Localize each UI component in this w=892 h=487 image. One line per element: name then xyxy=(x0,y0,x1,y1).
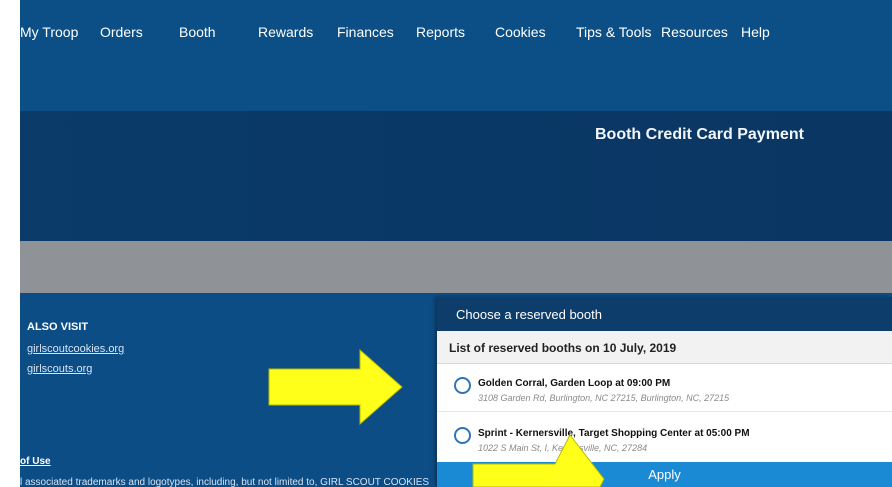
up-arrow-annotation-icon xyxy=(472,434,605,487)
also-visit-heading: ALSO VISIT xyxy=(27,321,89,333)
nav-item-resources[interactable]: Resources xyxy=(661,24,728,40)
dialog-title: Choose a reserved booth xyxy=(456,307,602,322)
radio-unchecked-icon[interactable] xyxy=(454,377,471,394)
legal-notice: l associated trademarks and logotypes, i… xyxy=(20,477,430,487)
page: My Troop Orders Booth Rewards Finances R… xyxy=(0,0,892,487)
booth-address: 3108 Garden Rd, Burlington, NC 27215, Bu… xyxy=(478,393,730,403)
nav-item-finances[interactable]: Finances xyxy=(337,24,394,40)
top-navigation xyxy=(20,0,892,111)
left-gutter xyxy=(0,0,20,487)
dialog-header: Choose a reserved booth xyxy=(437,297,892,331)
booth-name: Golden Corral, Garden Loop at 09:00 PM xyxy=(478,378,671,389)
nav-item-my-troop[interactable]: My Troop xyxy=(20,24,78,40)
nav-item-tips-tools[interactable]: Tips & Tools xyxy=(576,24,651,40)
nav-item-rewards[interactable]: Rewards xyxy=(258,24,313,40)
nav-item-cookies[interactable]: Cookies xyxy=(495,24,546,40)
link-girlscoutcookies[interactable]: girlscoutcookies.org xyxy=(27,343,124,355)
link-girlscouts[interactable]: girlscouts.org xyxy=(27,363,92,375)
dialog-subheader: List of reserved booths on 10 July, 2019 xyxy=(437,331,892,364)
radio-unchecked-icon[interactable] xyxy=(454,427,471,444)
booth-list-heading: List of reserved booths on 10 July, 2019 xyxy=(449,341,677,355)
right-arrow-annotation-icon xyxy=(268,349,403,425)
booth-option-golden-corral[interactable]: Golden Corral, Garden Loop at 09:00 PM 3… xyxy=(437,365,892,412)
page-title: Booth Credit Card Payment xyxy=(595,126,804,143)
terms-of-use-link[interactable]: of Use xyxy=(20,456,51,467)
nav-item-help[interactable]: Help xyxy=(741,24,770,40)
content-band xyxy=(20,241,892,293)
nav-item-reports[interactable]: Reports xyxy=(416,24,465,40)
nav-item-orders[interactable]: Orders xyxy=(100,24,143,40)
nav-item-booth[interactable]: Booth xyxy=(179,24,216,40)
